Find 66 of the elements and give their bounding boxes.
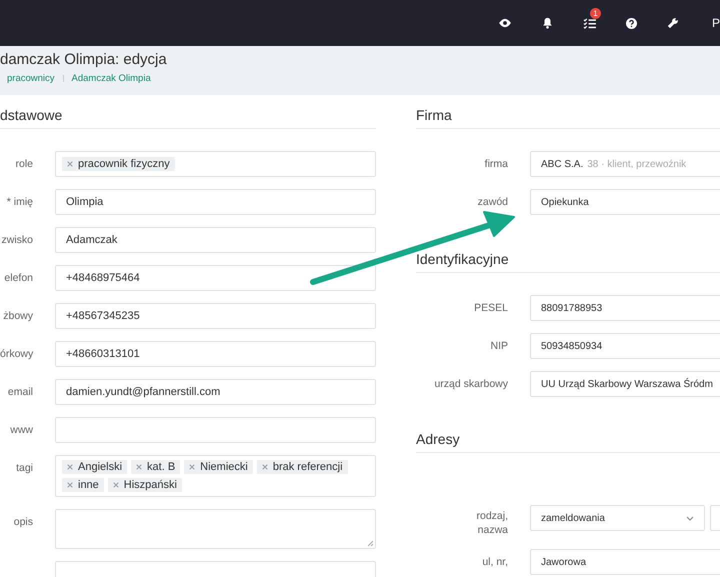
field-label: firma	[484, 157, 508, 170]
section-heading: Identyfikacyjne	[416, 251, 720, 273]
eye-icon[interactable]	[498, 18, 512, 28]
field-label: elefon	[3, 271, 33, 284]
breadcrumb-link[interactable]: pracownicy	[7, 73, 55, 84]
tag-field[interactable]: pracownik fizyczny	[55, 151, 376, 177]
checklist-icon[interactable]	[582, 18, 596, 28]
remove-icon[interactable]	[136, 464, 142, 470]
field-label: PESEL	[473, 301, 508, 314]
wrench-icon[interactable]	[667, 17, 679, 29]
remove-icon[interactable]	[67, 464, 73, 470]
notification-badge: 1	[590, 8, 601, 19]
tag-label: Hiszpański	[124, 479, 177, 491]
field-label: tagi	[15, 461, 33, 474]
input-field[interactable]	[55, 417, 376, 443]
input-field[interactable]: +48468975464	[55, 265, 376, 291]
input-field[interactable]: +48567345235	[55, 303, 376, 329]
input-field[interactable]: UU Urząd Skarbowy Warszawa Śródm	[530, 371, 720, 397]
field-label: * imię	[6, 195, 33, 208]
user-menu[interactable]: P	[712, 16, 720, 30]
caret-icon	[686, 516, 694, 520]
tag-label: kat. B	[147, 461, 176, 473]
page-title: damczak Olimpia: edycja	[0, 51, 168, 68]
resize-handle-icon[interactable]	[367, 540, 373, 546]
field-label: zwisko	[0, 233, 33, 246]
field-label: rodzaj, nazwa	[475, 509, 508, 537]
tag-label: Angielski	[78, 461, 122, 473]
help-icon[interactable]	[626, 18, 636, 28]
tag-label: Niemiecki	[200, 461, 248, 473]
remove-icon[interactable]	[262, 464, 268, 470]
tag-field[interactable]: Angielski kat. B Niemiecki brak referencji inne Hiszpański	[55, 455, 376, 497]
remove-icon[interactable]	[67, 482, 73, 488]
input-field[interactable]: Adamczak	[55, 227, 376, 253]
section-heading: Adresy	[416, 431, 720, 453]
field-label: órkowy	[0, 347, 33, 360]
section-heading: Firma	[416, 107, 720, 129]
remove-icon[interactable]	[189, 464, 196, 470]
bell-icon[interactable]	[542, 17, 552, 29]
field-label: NIP	[489, 339, 508, 352]
input-field[interactable]: ABC S.A. 38 · klient, przewoźnik	[530, 151, 720, 177]
input-field[interactable]: damien.yundt@pfannerstill.com	[55, 379, 376, 405]
section-heading: dstawowe	[0, 107, 376, 129]
tag-label: brak referencji	[272, 461, 343, 473]
field-label: www	[9, 423, 33, 436]
text-area[interactable]	[55, 509, 376, 549]
tag-label: inne	[78, 479, 99, 491]
input-field[interactable]: Jaworowa	[530, 549, 720, 575]
input-field[interactable]: Opiekunka	[530, 189, 720, 215]
field-label: ul, nr,	[481, 555, 508, 568]
input-field[interactable]: 50934850934	[530, 333, 720, 359]
remove-icon[interactable]	[112, 482, 119, 488]
input-field[interactable]: 88091788953	[530, 295, 720, 321]
input-field[interactable]: Olimpia	[55, 189, 376, 215]
field-value: ABC S.A.	[541, 158, 584, 170]
field-label: opis	[12, 515, 33, 528]
remove-icon[interactable]	[67, 161, 73, 167]
tag-label: pracownik fizyczny	[78, 158, 170, 170]
input-field[interactable]: +48660313101	[55, 341, 376, 367]
field-label: role	[14, 157, 33, 170]
field-label: zawód	[476, 195, 508, 208]
field-label: email	[6, 385, 33, 398]
field-label: żbowy	[2, 309, 33, 322]
field-hint: 38 · klient, przewoźnik	[587, 158, 686, 170]
select-field[interactable]: zameldowania	[530, 505, 705, 531]
field-label: urząd skarbowy	[433, 377, 508, 390]
breadcrumb-link[interactable]: Adamczak Olimpia	[72, 73, 151, 84]
